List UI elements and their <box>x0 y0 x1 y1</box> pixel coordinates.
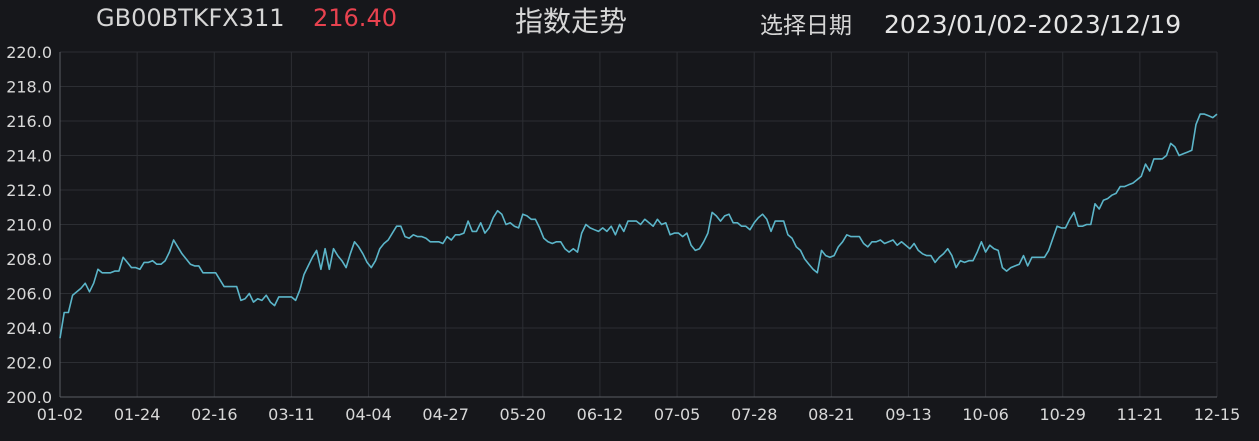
y-tick-label: 218.0 <box>6 78 52 97</box>
x-tick-label: 10-06 <box>962 405 1009 424</box>
x-tick-label: 10-29 <box>1039 405 1086 424</box>
y-tick-label: 220.0 <box>6 43 52 62</box>
y-tick-label: 210.0 <box>6 216 52 235</box>
x-tick-label: 07-05 <box>654 405 701 424</box>
y-tick-label: 204.0 <box>6 319 52 338</box>
x-tick-label: 11-21 <box>1117 405 1164 424</box>
index-trend-chart: 200.0202.0204.0206.0208.0210.0212.0214.0… <box>6 43 1241 424</box>
index-line-series <box>59 113 1218 339</box>
y-tick-label: 212.0 <box>6 181 52 200</box>
x-tick-label: 07-28 <box>731 405 778 424</box>
y-tick-label: 206.0 <box>6 285 52 304</box>
x-tick-label: 06-12 <box>577 405 624 424</box>
y-tick-label: 208.0 <box>6 250 52 269</box>
y-tick-label: 214.0 <box>6 147 52 166</box>
x-tick-label: 03-11 <box>268 405 315 424</box>
x-tick-label: 09-13 <box>885 405 932 424</box>
y-tick-label: 216.0 <box>6 112 52 131</box>
x-tick-label: 04-27 <box>422 405 469 424</box>
x-tick-label: 08-21 <box>808 405 855 424</box>
x-tick-label: 05-20 <box>500 405 547 424</box>
series-layer <box>59 113 1218 339</box>
y-axis-ticks: 200.0202.0204.0206.0208.0210.0212.0214.0… <box>6 43 52 407</box>
x-tick-label: 04-04 <box>345 405 392 424</box>
x-axis-ticks: 01-02 01-24 02-16 03-11 04-04 04-27 05-20 06-12… <box>37 405 1241 424</box>
grid <box>60 51 1217 397</box>
y-tick-label: 202.0 <box>6 354 52 373</box>
x-tick-label: 01-02 <box>37 405 84 424</box>
x-tick-label: 01-24 <box>114 405 161 424</box>
x-tick-label: 02-16 <box>191 405 238 424</box>
x-tick-label: 12-15 <box>1194 405 1241 424</box>
